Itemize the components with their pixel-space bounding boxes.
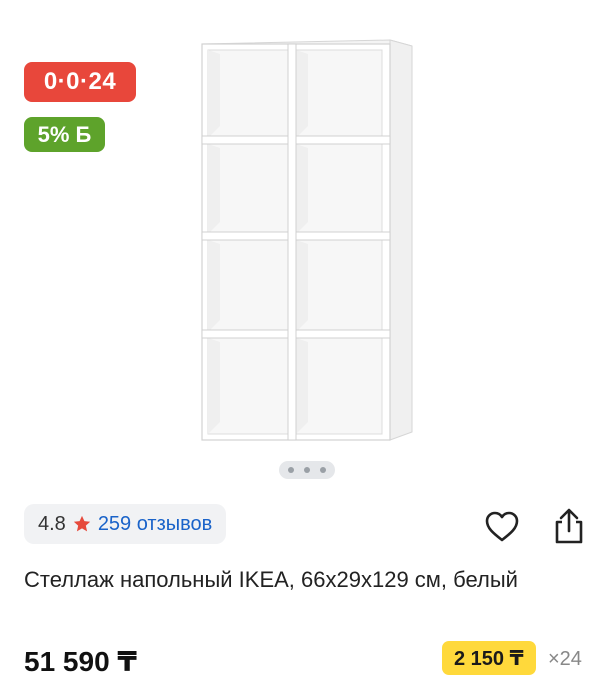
favorite-button[interactable] [484, 509, 520, 545]
star-icon [73, 515, 90, 532]
installment-badge: 0·0·24 [24, 62, 136, 102]
installment-months: ×24 [548, 648, 582, 670]
rating-pill[interactable]: 4.8 259 отзывов [24, 504, 227, 544]
product-image[interactable] [190, 32, 422, 452]
bonus-badge: 5% Б [24, 117, 105, 152]
product-price: 51 590 ₸ [24, 646, 137, 677]
carousel-dot[interactable] [320, 467, 326, 473]
monthly-payment-badge[interactable]: 2 150 ₸ [442, 641, 536, 675]
product-title: Стеллаж напольный IKEA, 66x29x129 см, бе… [24, 567, 518, 592]
heart-icon [485, 511, 519, 542]
reviews-link[interactable]: 259 отзывов [98, 513, 212, 536]
rating-value: 4.8 [38, 512, 66, 535]
share-icon [555, 508, 583, 544]
carousel-dot[interactable] [288, 467, 294, 473]
share-button[interactable] [551, 507, 587, 545]
carousel-dot[interactable] [304, 467, 310, 473]
carousel-indicator[interactable] [279, 461, 335, 479]
